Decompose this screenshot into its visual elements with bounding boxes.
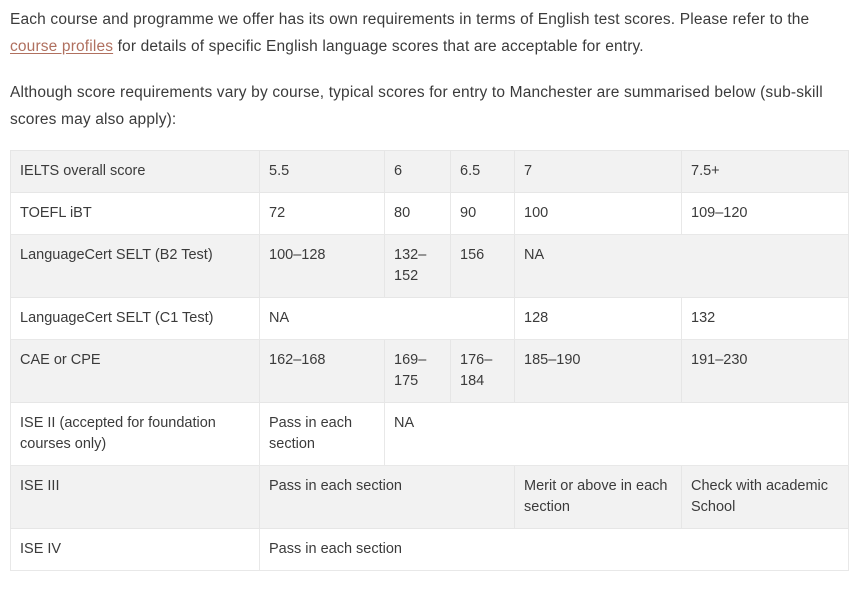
row-label-ielts: IELTS overall score bbox=[10, 150, 260, 193]
cell-languagecert-b2-band-3: 156 bbox=[450, 234, 515, 298]
cell-languagecert-b2-band-2: 132–152 bbox=[384, 234, 451, 298]
intro-paragraph-1-text-after-link: for details of specific English language… bbox=[113, 38, 644, 55]
cell-ise-iii-check: Check with academic School bbox=[681, 465, 849, 529]
row-label-languagecert-b2: LanguageCert SELT (B2 Test) bbox=[10, 234, 260, 298]
cell-cae-band-2: 169–175 bbox=[384, 339, 451, 403]
cell-cae-band-3: 176–184 bbox=[450, 339, 515, 403]
cell-ielts-band-3: 6.5 bbox=[450, 150, 515, 193]
row-label-ise-ii: ISE II (accepted for foundation courses … bbox=[10, 402, 260, 466]
table-row: CAE or CPE 162–168 169–175 176–184 185–1… bbox=[10, 339, 849, 403]
table-row: LanguageCert SELT (C1 Test) NA 128 132 bbox=[10, 297, 849, 340]
cell-cae-band-4: 185–190 bbox=[514, 339, 682, 403]
intro-paragraph-2: Although score requirements vary by cour… bbox=[10, 84, 823, 128]
row-label-ise-iv: ISE IV bbox=[10, 528, 260, 571]
cell-ise-ii-pass: Pass in each section bbox=[259, 402, 385, 466]
cell-cae-band-5: 191–230 bbox=[681, 339, 849, 403]
cell-toefl-band-3: 90 bbox=[450, 192, 515, 235]
table-row: IELTS overall score 5.5 6 6.5 7 7.5+ bbox=[10, 150, 849, 193]
cell-ise-ii-na: NA bbox=[384, 402, 849, 466]
intro-section: Each course and programme we offer has i… bbox=[0, 0, 862, 133]
intro-paragraph-1: Each course and programme we offer has i… bbox=[10, 0, 848, 60]
table-row: ISE II (accepted for foundation courses … bbox=[10, 402, 849, 466]
cell-ise-iii-pass: Pass in each section bbox=[259, 465, 515, 529]
table-row: LanguageCert SELT (B2 Test) 100–128 132–… bbox=[10, 234, 849, 298]
table-row: ISE III Pass in each section Merit or ab… bbox=[10, 465, 849, 529]
cell-ielts-band-4: 7 bbox=[514, 150, 682, 193]
cell-ise-iii-merit: Merit or above in each section bbox=[514, 465, 682, 529]
cell-languagecert-b2-band-1: 100–128 bbox=[259, 234, 385, 298]
cell-ise-iv-pass: Pass in each section bbox=[259, 528, 849, 571]
cell-toefl-band-1: 72 bbox=[259, 192, 385, 235]
cell-ielts-band-2: 6 bbox=[384, 150, 451, 193]
cell-languagecert-b2-na: NA bbox=[514, 234, 849, 298]
cell-toefl-band-5: 109–120 bbox=[681, 192, 849, 235]
cell-languagecert-c1-na: NA bbox=[259, 297, 515, 340]
cell-languagecert-c1-band-5: 132 bbox=[681, 297, 849, 340]
english-requirements-table: IELTS overall score 5.5 6 6.5 7 7.5+ TOE… bbox=[10, 150, 849, 571]
page-root: Each course and programme we offer has i… bbox=[0, 0, 862, 598]
intro-paragraph-1-text-before-link: Each course and programme we offer has i… bbox=[10, 11, 810, 28]
cell-ielts-band-5: 7.5+ bbox=[681, 150, 849, 193]
cell-ielts-band-1: 5.5 bbox=[259, 150, 385, 193]
table-row: ISE IV Pass in each section bbox=[10, 528, 849, 571]
cell-toefl-band-2: 80 bbox=[384, 192, 451, 235]
english-requirements-table-wrapper: IELTS overall score 5.5 6 6.5 7 7.5+ TOE… bbox=[10, 150, 849, 571]
row-label-toefl-ibt: TOEFL iBT bbox=[10, 192, 260, 235]
row-label-cae-or-cpe: CAE or CPE bbox=[10, 339, 260, 403]
table-row: TOEFL iBT 72 80 90 100 109–120 bbox=[10, 192, 849, 235]
cell-languagecert-c1-band-4: 128 bbox=[514, 297, 682, 340]
row-label-ise-iii: ISE III bbox=[10, 465, 260, 529]
cell-toefl-band-4: 100 bbox=[514, 192, 682, 235]
row-label-languagecert-c1: LanguageCert SELT (C1 Test) bbox=[10, 297, 260, 340]
cell-cae-band-1: 162–168 bbox=[259, 339, 385, 403]
course-profiles-link[interactable]: course profiles bbox=[10, 38, 113, 55]
